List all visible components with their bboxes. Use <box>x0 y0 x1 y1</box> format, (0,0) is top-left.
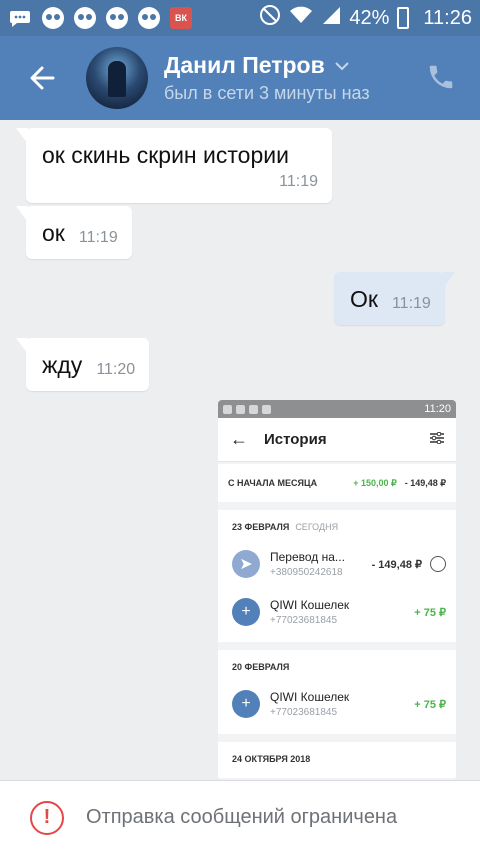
wifi-icon <box>289 6 313 30</box>
vk-icon: ВК <box>170 7 192 29</box>
avatar[interactable] <box>86 47 148 109</box>
contact-name: Данил Петров <box>164 52 325 78</box>
transaction-name: QIWI Кошелек <box>270 598 350 612</box>
message-bubble[interactable]: ок скинь скрин истории 11:19 <box>16 128 332 203</box>
message-time: 11:19 <box>279 173 318 190</box>
transaction-row: + QIWI Кошелек +77023681845 + 75 ₽ <box>232 680 446 728</box>
attachment-summary: С НАЧАЛА МЕСЯЦА + 150,00 ₽ - 149,48 ₽ <box>218 464 456 502</box>
skull-icon <box>42 7 64 29</box>
group-tag: СЕГОДНЯ <box>295 522 339 532</box>
plus-icon: + <box>232 598 260 626</box>
arrow-left-icon: ← <box>230 429 248 449</box>
battery-icon <box>397 7 410 29</box>
battery-level: 42% <box>349 6 390 29</box>
transaction-row: ➤ Перевод на... +380950242618 - 149,48 ₽ <box>232 540 446 588</box>
summary-label: С НАЧАЛА МЕСЯЦА <box>228 478 318 488</box>
summary-income: + 150,00 ₽ <box>353 477 397 488</box>
message-text: ок скинь скрин истории <box>42 142 289 168</box>
restriction-notice: Отправка сообщений ограничена <box>86 806 398 828</box>
attachment-header: ← История <box>218 418 456 462</box>
message-time: 11:19 <box>78 229 118 246</box>
group-date: 23 ФЕВРАЛЯ СЕГОДНЯ <box>232 522 339 532</box>
mute-icon <box>259 4 281 32</box>
message-text: Ок <box>350 286 378 312</box>
summary-expense: - 149,48 ₽ <box>404 477 446 488</box>
transaction-amount: - 149,48 ₽ <box>371 558 422 571</box>
phone-icon <box>429 65 453 89</box>
plus-icon: + <box>232 690 260 718</box>
transaction-name: Перевод на... <box>270 550 345 564</box>
message-list[interactable]: ок скинь скрин истории 11:19 ок 11:19 Ок… <box>0 120 480 780</box>
transaction-amount: + 75 ₽ <box>414 698 446 711</box>
message-text: ок <box>42 220 65 246</box>
transaction-account: +380950242618 <box>270 567 343 578</box>
attachment-status-bar: 11:20 <box>218 400 456 418</box>
warning-icon: ! <box>30 800 64 835</box>
transaction-row: + QIWI Кошелек +77023681845 + 75 ₽ <box>232 588 446 636</box>
message-bubble[interactable]: ок 11:19 <box>16 206 132 259</box>
back-button[interactable] <box>0 36 84 120</box>
attachment-group: 23 ФЕВРАЛЯ СЕГОДНЯ ➤ Перевод на... +38095… <box>218 510 456 642</box>
message-bubble[interactable]: жду 11:20 <box>15 338 150 391</box>
signal-icon <box>321 5 341 31</box>
chat-bubble-icon <box>8 8 32 28</box>
message-text: жду <box>42 352 83 378</box>
attachment-title: История <box>264 431 327 448</box>
attachment-group: 20 ФЕВРАЛЯ + QIWI Кошелек +77023681845 +… <box>218 650 456 734</box>
message-time: 11:20 <box>96 361 136 378</box>
chevron-down-icon <box>335 61 349 70</box>
group-date: 24 ОКТЯБРЯ 2018 <box>232 754 311 764</box>
chat-header: Данил Петров был в сети 3 минуты наз <box>0 36 480 120</box>
messaging-restricted-bar: ! Отправка сообщений ограничена <box>0 780 480 854</box>
attachment-group: 24 ОКТЯБРЯ 2018 <box>218 742 456 778</box>
message-time: 11:19 <box>391 295 431 312</box>
call-button[interactable] <box>426 62 458 94</box>
photo-attachment[interactable]: 11:20 ← История С НАЧАЛА МЕСЯЦА + 150,00… <box>218 400 456 780</box>
filter-icon <box>430 431 444 448</box>
transaction-account: +77023681845 <box>270 615 338 626</box>
transaction-account: +77023681845 <box>270 707 338 718</box>
transaction-amount: + 75 ₽ <box>414 606 446 619</box>
skull-icon <box>74 7 96 29</box>
repeat-icon <box>430 556 446 572</box>
arrow-left-icon <box>30 66 55 90</box>
chat-title-block[interactable]: Данил Петров был в сети 3 минуты наз <box>164 52 414 104</box>
send-icon: ➤ <box>232 550 260 578</box>
status-bar: ВК 42% 11:26 <box>0 0 480 36</box>
group-date: 20 ФЕВРАЛЯ <box>232 662 290 672</box>
skull-icon <box>138 7 160 29</box>
clock: 11:26 <box>423 6 472 29</box>
transaction-name: QIWI Кошелек <box>270 690 350 704</box>
message-bubble[interactable]: Ок 11:19 <box>334 272 455 325</box>
skull-icon <box>106 7 128 29</box>
attachment-clock: 11:20 <box>424 403 451 415</box>
last-seen-status: был в сети 3 минуты наз <box>164 83 370 103</box>
